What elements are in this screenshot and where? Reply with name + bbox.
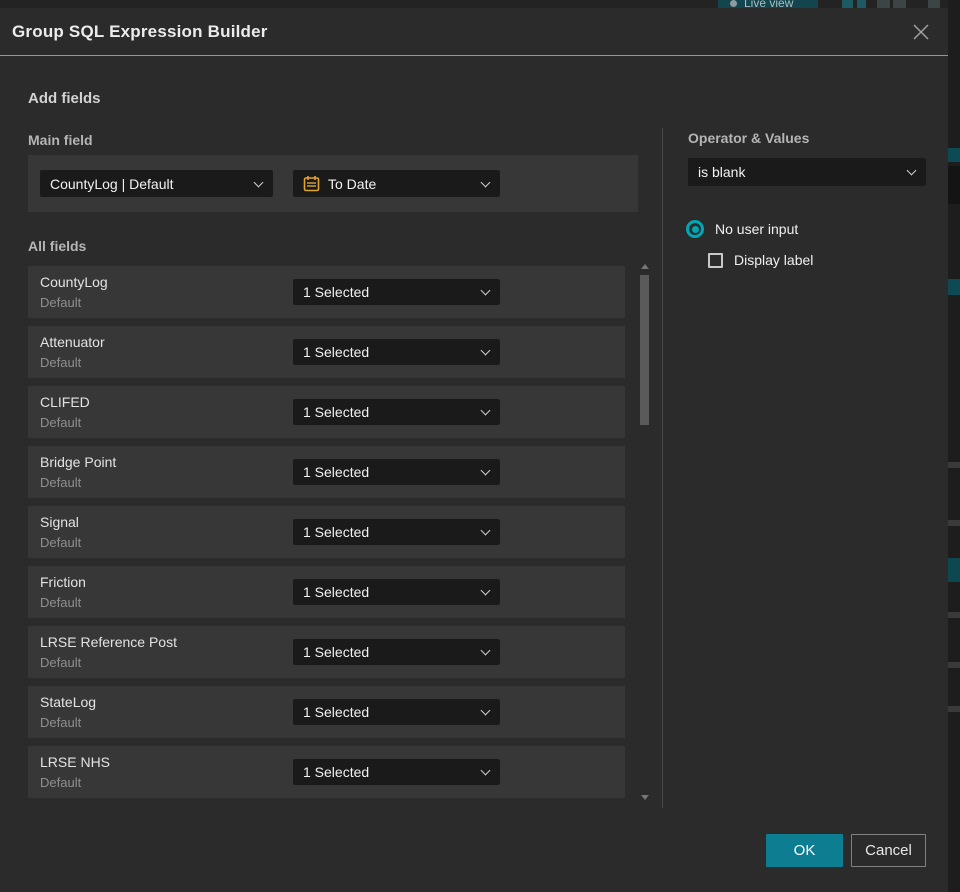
operator-select[interactable]: is blank <box>688 158 926 186</box>
field-row: LRSE Reference Post Default 1 Selected <box>28 626 625 678</box>
no-user-input-label: No user input <box>715 221 799 237</box>
background-right-sliver <box>948 0 960 892</box>
field-row: CountyLog Default 1 Selected <box>28 266 625 318</box>
field-subtitle: Default <box>40 415 82 430</box>
field-selection-select[interactable]: 1 Selected <box>293 759 500 785</box>
field-subtitle: Default <box>40 655 82 670</box>
display-label-checkbox[interactable]: Display label <box>708 252 813 268</box>
field-selection-value: 1 Selected <box>303 284 370 300</box>
field-selection-select[interactable]: 1 Selected <box>293 279 500 305</box>
operator-values-label: Operator & Values <box>688 130 810 146</box>
toolbar-fragment <box>928 0 940 8</box>
field-name: LRSE NHS <box>40 754 111 770</box>
main-field-panel: CountyLog | Default To Date <box>28 155 638 212</box>
radio-selected-icon <box>686 220 704 238</box>
all-fields-label: All fields <box>28 238 87 254</box>
ok-button[interactable]: OK <box>766 834 843 867</box>
field-selection-value: 1 Selected <box>303 344 370 360</box>
live-view-button[interactable]: Live view <box>718 0 818 8</box>
vertical-divider <box>662 128 663 808</box>
field-subtitle: Default <box>40 355 82 370</box>
field-row: Attenuator Default 1 Selected <box>28 326 625 378</box>
chevron-down-icon <box>480 525 491 536</box>
field-row: Signal Default 1 Selected <box>28 506 625 558</box>
date-type-select[interactable]: To Date <box>293 170 500 197</box>
background-toolbar: Live view <box>0 0 960 8</box>
field-row: LRSE NHS Default 1 Selected <box>28 746 625 798</box>
toolbar-fragment <box>893 0 906 8</box>
field-subtitle: Default <box>40 595 82 610</box>
field-subtitle: Default <box>40 475 82 490</box>
toolbar-fragment <box>857 0 866 8</box>
all-fields-list: CountyLog Default 1 Selected Attenuator Defa… <box>28 266 625 806</box>
field-selection-value: 1 Selected <box>303 464 370 480</box>
field-row: StateLog Default 1 Selected <box>28 686 625 738</box>
chevron-down-icon <box>480 405 491 416</box>
chevron-down-icon <box>480 345 491 356</box>
field-selection-value: 1 Selected <box>303 524 370 540</box>
live-view-dot-icon <box>730 0 737 7</box>
scroll-down-arrow-icon[interactable] <box>641 795 649 800</box>
scroll-up-arrow-icon[interactable] <box>641 264 649 269</box>
field-row: Friction Default 1 Selected <box>28 566 625 618</box>
chevron-down-icon <box>480 645 491 656</box>
chevron-down-icon <box>480 177 491 187</box>
field-selection-select[interactable]: 1 Selected <box>293 339 500 365</box>
chevron-down-icon <box>253 177 264 187</box>
calendar-icon <box>303 175 320 192</box>
add-fields-heading: Add fields <box>28 90 101 107</box>
field-name: CLIFED <box>40 394 90 410</box>
chevron-down-icon <box>480 465 491 476</box>
main-field-select[interactable]: CountyLog | Default <box>40 170 273 197</box>
cancel-button[interactable]: Cancel <box>851 834 926 867</box>
close-icon[interactable] <box>910 21 932 43</box>
field-row: CLIFED Default 1 Selected <box>28 386 625 438</box>
field-selection-select[interactable]: 1 Selected <box>293 459 500 485</box>
field-subtitle: Default <box>40 775 82 790</box>
main-field-select-value: CountyLog | Default <box>50 175 174 192</box>
chevron-down-icon <box>480 585 491 596</box>
dialog-header: Group SQL Expression Builder <box>0 8 948 56</box>
toolbar-fragment <box>842 0 853 8</box>
field-selection-select[interactable]: 1 Selected <box>293 579 500 605</box>
toolbar-fragment <box>877 0 890 8</box>
field-selection-value: 1 Selected <box>303 584 370 600</box>
field-selection-value: 1 Selected <box>303 764 370 780</box>
chevron-down-icon <box>480 705 491 716</box>
field-subtitle: Default <box>40 715 82 730</box>
field-name: Friction <box>40 574 86 590</box>
field-selection-select[interactable]: 1 Selected <box>293 399 500 425</box>
chevron-down-icon <box>906 165 917 176</box>
scrollbar[interactable] <box>640 264 650 804</box>
field-selection-select[interactable]: 1 Selected <box>293 639 500 665</box>
operator-select-value: is blank <box>698 164 746 180</box>
field-name: CountyLog <box>40 274 108 290</box>
field-name: Signal <box>40 514 79 530</box>
date-type-select-value: To Date <box>328 175 377 192</box>
field-name: LRSE Reference Post <box>40 634 177 650</box>
scrollbar-thumb[interactable] <box>640 275 649 425</box>
group-sql-expression-builder-dialog: Group SQL Expression Builder Add fields … <box>0 8 948 892</box>
main-field-label: Main field <box>28 132 93 148</box>
field-selection-select[interactable]: 1 Selected <box>293 519 500 545</box>
chevron-down-icon <box>480 285 491 296</box>
field-name: Bridge Point <box>40 454 117 470</box>
field-name: Attenuator <box>40 334 105 350</box>
display-label-text: Display label <box>734 252 814 268</box>
field-selection-value: 1 Selected <box>303 404 370 420</box>
checkbox-unchecked-icon <box>708 252 723 268</box>
field-subtitle: Default <box>40 535 82 550</box>
dialog-title: Group SQL Expression Builder <box>12 21 268 41</box>
field-selection-value: 1 Selected <box>303 704 370 720</box>
field-name: StateLog <box>40 694 97 710</box>
chevron-down-icon <box>480 765 491 776</box>
field-row: Bridge Point Default 1 Selected <box>28 446 625 498</box>
field-selection-select[interactable]: 1 Selected <box>293 699 500 725</box>
no-user-input-radio[interactable]: No user input <box>686 220 798 238</box>
field-selection-value: 1 Selected <box>303 644 370 660</box>
live-view-label: Live view <box>744 0 794 8</box>
field-subtitle: Default <box>40 295 82 310</box>
